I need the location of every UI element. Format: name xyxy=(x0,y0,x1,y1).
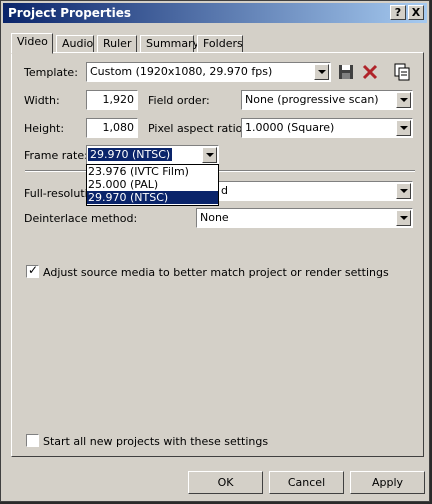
copy-settings-icon[interactable] xyxy=(393,63,411,81)
frame-rate-label: Frame rate: xyxy=(24,149,88,162)
chevron-down-icon[interactable] xyxy=(396,120,411,136)
apply-button[interactable]: Apply xyxy=(350,471,425,494)
tab-video[interactable]: Video xyxy=(11,33,53,54)
field-order-select[interactable]: None (progressive scan) xyxy=(241,90,413,110)
start-all-label: Start all new projects with these settin… xyxy=(43,435,269,448)
width-label: Width: xyxy=(24,94,60,107)
help-button[interactable]: ? xyxy=(390,5,406,20)
frame-rate-select[interactable]: 29.970 (NTSC) xyxy=(86,145,219,165)
close-button[interactable]: X xyxy=(408,5,424,20)
tab-ruler[interactable]: Ruler xyxy=(97,35,137,53)
chevron-down-icon[interactable] xyxy=(202,147,217,163)
tab-summary[interactable]: Summary xyxy=(140,35,199,53)
project-properties-dialog: Project Properties ? X Video Audio Ruler… xyxy=(0,0,430,502)
chevron-down-icon[interactable] xyxy=(396,92,411,108)
template-label: Template: xyxy=(24,66,78,79)
template-select[interactable]: Custom (1920x1080, 29.970 fps) xyxy=(86,62,331,82)
save-icon[interactable] xyxy=(337,63,355,81)
ok-button[interactable]: OK xyxy=(188,471,263,494)
adjust-source-checkbox[interactable] xyxy=(26,263,39,278)
chevron-down-icon[interactable] xyxy=(396,210,411,226)
chevron-down-icon[interactable] xyxy=(396,183,411,199)
tab-audio[interactable]: Audio xyxy=(56,35,94,53)
window-title: Project Properties xyxy=(8,6,131,20)
video-tab-panel xyxy=(11,52,424,457)
start-all-checkbox[interactable] xyxy=(26,434,39,447)
separator xyxy=(25,170,415,172)
width-input[interactable]: 1,920 xyxy=(86,90,138,110)
deinterlace-label: Deinterlace method: xyxy=(24,212,138,225)
cancel-button[interactable]: Cancel xyxy=(269,471,344,494)
full-resolution-label: Full-resolutio xyxy=(24,187,95,200)
frame-rate-option[interactable]: 25.000 (PAL) xyxy=(87,178,218,191)
delete-icon[interactable] xyxy=(361,63,379,81)
deinterlace-select[interactable]: None xyxy=(196,208,413,228)
field-order-label: Field order: xyxy=(148,94,210,107)
height-input[interactable]: 1,080 xyxy=(86,118,138,138)
frame-rate-option[interactable]: 23.976 (IVTC Film) xyxy=(87,165,218,178)
frame-rate-option[interactable]: 29.970 (NTSC) xyxy=(87,191,218,204)
tab-folders[interactable]: Folders xyxy=(197,35,243,53)
title-bar[interactable]: Project Properties ? X xyxy=(3,3,427,23)
height-label: Height: xyxy=(24,122,65,135)
pixel-aspect-select[interactable]: 1.0000 (Square) xyxy=(241,118,413,138)
full-resolution-select[interactable]: d xyxy=(196,181,413,201)
adjust-source-label: Adjust source media to better match proj… xyxy=(43,266,389,279)
pixel-aspect-label: Pixel aspect ratio: xyxy=(148,122,247,135)
frame-rate-dropdown-list: 23.976 (IVTC Film) 25.000 (PAL) 29.970 (… xyxy=(86,164,219,206)
chevron-down-icon[interactable] xyxy=(314,64,329,80)
